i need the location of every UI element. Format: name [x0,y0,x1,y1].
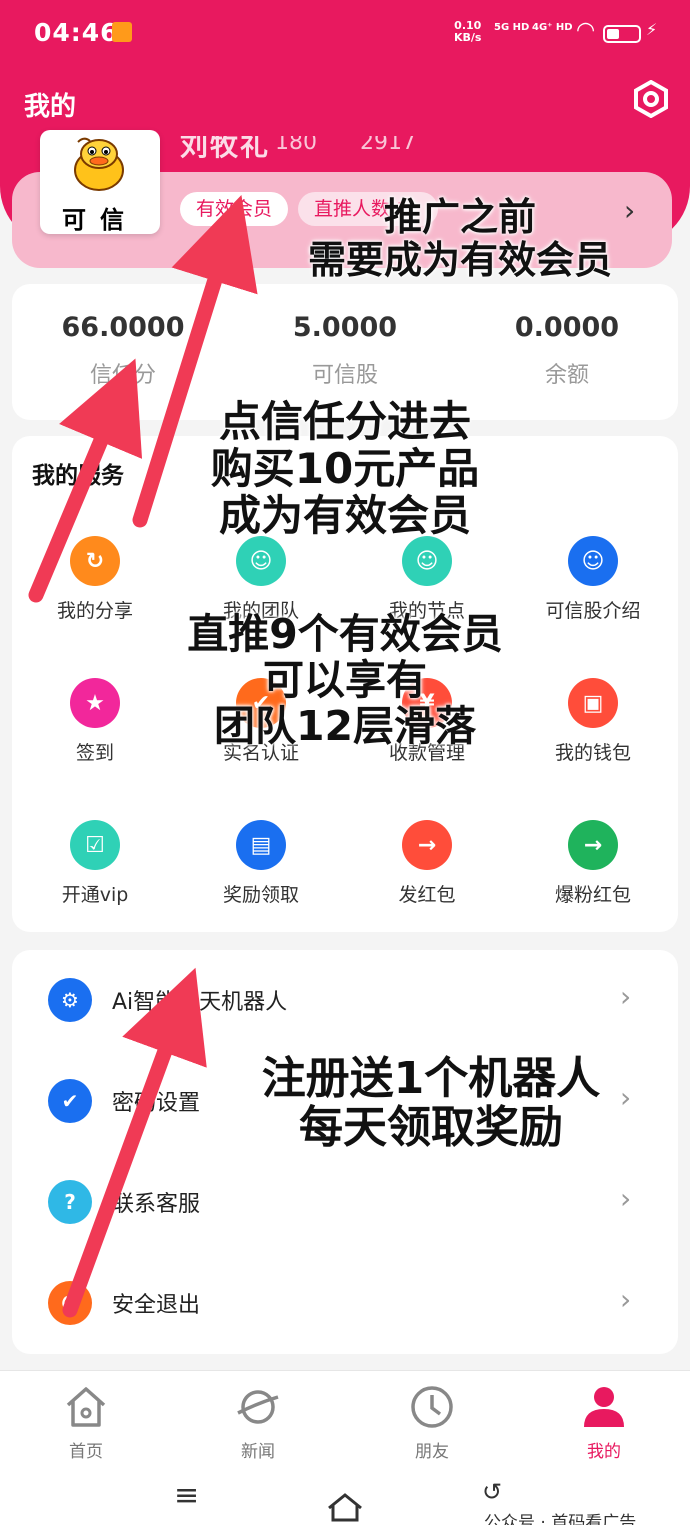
chip-icon: ⚙ [48,978,92,1022]
send-redpacket-icon: → [402,820,452,870]
status-bar: 04:46 0.10 KB/s 5G HD 4G⁺ HD ◠ ⚡ [0,0,690,66]
duck-mascot-icon [74,137,124,191]
menu-lines-icon[interactable]: ≡ [174,1478,199,1513]
annotation-robot: 注册送1个机器人 每天领取奖励 [226,1054,636,1153]
stat-shares[interactable]: 5.0000 可信股 [234,284,456,389]
stat-label: 可信股 [311,363,378,388]
tab-label: 我的 [587,1442,621,1462]
power-icon: ⏻ [48,1281,92,1325]
enter-arrow-icon: → [568,820,618,870]
node-icon: ☺ [402,536,452,586]
annotation-line: 购买10元产品 [210,444,480,494]
battery-icon [603,25,641,43]
system-nav-bar: ≡ ↺ 公众号 · 首码看广告 [0,1468,690,1525]
annotation-line: 推广之前 [383,195,536,239]
chevron-right-icon: › [620,1182,632,1215]
notification-icon [112,22,132,42]
annotation-line: 直推9个有效会员 [187,610,503,658]
settings-hex-icon[interactable] [632,80,670,118]
trophy-icon: ★ [70,678,120,728]
annotation-trust: 点信任分进去 购买10元产品 成为有效会员 [175,398,515,539]
menu-label: 密码设置 [112,1091,201,1116]
planet-icon [237,1390,279,1424]
annotation-line: 可以享有 [263,655,427,704]
service-label: 爆粉红包 [554,884,631,906]
shares-intro-icon: ☺ [568,536,618,586]
signal-icon: 5G HD [494,22,530,33]
tab-news[interactable]: 新闻 [172,1371,344,1462]
watermark: 公众号 · 首码看广告 [484,1513,637,1525]
status-time: 04:46 [34,18,119,47]
annotation-line: 点信任分进去 [218,397,471,446]
menu-label: Ai智能聊天机器人 [112,990,288,1015]
menu-label: 联系客服 [112,1192,201,1217]
menu-row[interactable]: ? 联系客服 › [12,1152,678,1252]
avatar-text: 可信 [62,206,138,234]
stat-value: 66.0000 [61,312,185,343]
annotation-line: 团队12层滑落 [213,701,477,750]
annotation-line: 每天领取奖励 [299,1102,563,1154]
team-icon: ☺ [236,536,286,586]
service-label: 奖励领取 [222,884,299,906]
home-icon [66,1387,106,1427]
annotation-line: 成为有效会员 [218,491,471,541]
stat-label: 余额 [544,363,589,388]
tab-home[interactable]: 首页 [0,1371,172,1462]
back-icon[interactable]: ↺ [482,1478,502,1506]
home-outline-icon[interactable] [326,1492,364,1522]
annotation-line: 注册送1个机器人 [261,1053,601,1104]
service-item[interactable]: ☺ 可信股介绍 [510,536,676,623]
service-item[interactable]: → 爆粉红包 [510,820,676,907]
user-icon [584,1387,624,1427]
avatar[interactable]: 可信 [40,130,160,234]
tab-label: 朋友 [415,1442,449,1462]
help-icon: ? [48,1180,92,1224]
services-title: 我的服务 [32,463,124,489]
annotation-promote: 推广之前 需要成为有效会员 [260,196,660,281]
charging-icon: ⚡ [646,20,658,39]
stat-value: 5.0000 [292,312,398,343]
menu-label: 安全退出 [112,1293,201,1318]
speed-unit: KB/s [454,31,482,44]
stat-label: 信任分 [89,363,156,388]
stat-balance[interactable]: 0.0000 余额 [456,284,678,389]
menu-row[interactable]: ⏻ 安全退出 › [12,1253,678,1353]
wallet-icon: ▣ [568,678,618,728]
tab-friends[interactable]: 朋友 [346,1371,518,1462]
clock-icon [411,1386,453,1428]
service-item[interactable]: ↻ 我的分享 [12,536,178,623]
shield-icon: ✔ [48,1079,92,1123]
tab-label: 首页 [69,1442,103,1462]
wifi-icon: ◠ [576,18,596,43]
stat-trust-score[interactable]: 66.0000 信任分 [12,284,234,389]
network-speed: 0.10 KB/s [454,20,481,44]
page-title: 我的 [24,92,77,122]
chevron-right-icon: › [620,980,632,1013]
reward-card-icon: ▤ [236,820,286,870]
tab-bar: 首页 新闻 朋友 我的 [0,1370,690,1468]
chevron-right-icon: › [620,1283,632,1316]
service-item[interactable]: ▤ 奖励领取 [178,820,344,907]
service-label: 发红包 [398,884,456,906]
menu-row[interactable]: ⚙ Ai智能聊天机器人 › [12,950,678,1050]
stat-value: 0.0000 [514,312,620,343]
annotation-direct: 直推9个有效会员 可以享有 团队12层滑落 [150,610,540,750]
annotation-line: 需要成为有效会员 [307,237,612,282]
service-item[interactable]: → 发红包 [344,820,510,907]
tab-mine[interactable]: 我的 [518,1371,690,1462]
vip-icon: ☑ [70,820,120,870]
share-icon: ↻ [70,536,120,586]
service-label: 开通vip [61,884,129,906]
service-item[interactable]: ☑ 开通vip [12,820,178,907]
signal-icon: 4G⁺ HD [532,22,573,33]
tab-label: 新闻 [241,1442,275,1462]
